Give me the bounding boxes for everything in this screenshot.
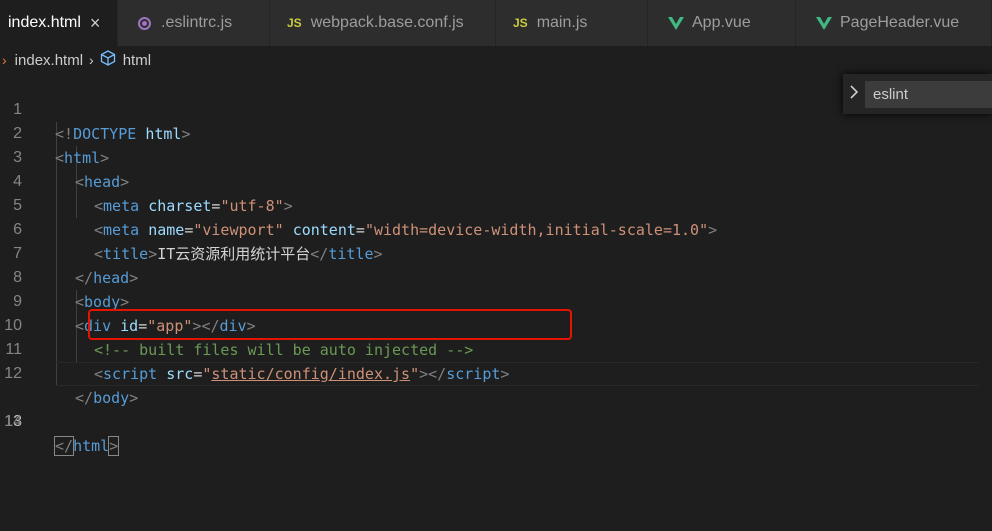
eslint-icon [138, 16, 151, 30]
tab-app-vue[interactable]: App.vue [648, 0, 796, 46]
cube-icon [100, 50, 116, 70]
overview-ruler[interactable] [978, 74, 992, 531]
tab-label: App.vue [692, 14, 751, 31]
code-line-current: 13 </html> [0, 362, 992, 456]
code-line: 5 <meta name="viewport" content="width=d… [0, 170, 992, 239]
tab-label: main.js [536, 14, 588, 31]
js-icon: JS [287, 16, 302, 30]
tab-eslintrc-js[interactable]: .eslintrc.js [118, 0, 270, 46]
code-line: 6 <title>IT云资源利用统计平台</title> [0, 194, 992, 263]
tab-label: PageHeader.vue [840, 14, 960, 31]
line-number: 14 [4, 413, 22, 430]
vue-icon [816, 16, 832, 30]
annotation-highlight-box [88, 309, 572, 340]
chevron-right-icon: › [89, 52, 94, 68]
tab-label: webpack.base.conf.js [310, 14, 464, 31]
vue-icon [668, 16, 684, 30]
breadcrumb-file[interactable]: index.html [15, 52, 83, 69]
tab-index-html[interactable]: index.html × [0, 0, 118, 46]
tab-pageheader-vue[interactable]: PageHeader.vue [796, 0, 992, 46]
current-line-highlight [55, 362, 992, 386]
close-icon[interactable]: × [90, 13, 101, 34]
code-line: 9 <div id="app"></div> [0, 266, 992, 335]
chevron-right-icon: › [2, 52, 7, 68]
breadcrumb: › index.html › html [0, 46, 992, 74]
code-line: 4 <meta charset="utf-8"> [0, 146, 992, 215]
tab-main-js[interactable]: JS main.js [496, 0, 648, 46]
find-input[interactable] [865, 81, 992, 108]
code-editor[interactable]: 1 <!DOCTYPE html> 2 <html> 3 <head> 4 <m… [0, 74, 992, 531]
code-line: 14 [0, 386, 992, 430]
chevron-right-icon[interactable] [849, 85, 859, 102]
find-widget [843, 74, 992, 114]
code-line: 3 <head> [0, 122, 992, 191]
breadcrumb-symbol[interactable]: html [123, 52, 151, 69]
tab-bar: index.html × .eslintrc.js JS webpack.bas… [0, 0, 992, 46]
code-line: 7 </head> [0, 218, 992, 287]
tab-label: index.html [8, 14, 81, 31]
tab-webpack-base-conf-js[interactable]: JS webpack.base.conf.js [270, 0, 496, 46]
code-line: 12 </body> [0, 338, 992, 407]
tab-label: .eslintrc.js [161, 14, 233, 31]
code-line: 8 <body> [0, 242, 992, 311]
js-icon: JS [513, 16, 528, 30]
